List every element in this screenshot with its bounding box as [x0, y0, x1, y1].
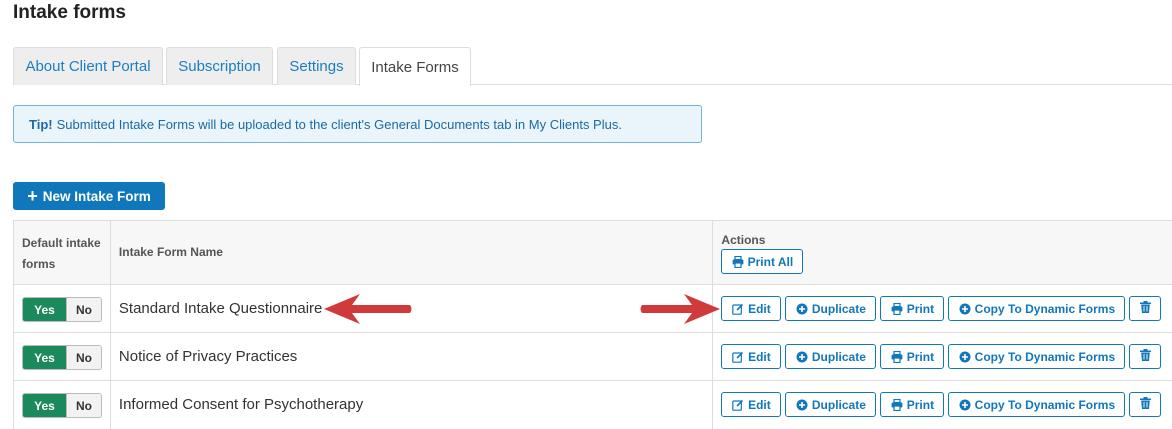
copy-to-dynamic-forms-button[interactable]: Copy To Dynamic Forms: [948, 392, 1126, 417]
toggle-no[interactable]: No: [66, 346, 101, 369]
toggle-no[interactable]: No: [66, 394, 101, 417]
toggle-yes[interactable]: Yes: [23, 394, 66, 417]
table-row: Yes No Informed Consent for Psychotherap…: [14, 381, 1172, 429]
print-button[interactable]: Print: [880, 392, 945, 417]
default-toggle[interactable]: Yes No: [22, 297, 102, 322]
copy-label: Copy To Dynamic Forms: [974, 349, 1116, 364]
header-default-intake-forms: Default intake forms: [22, 236, 101, 271]
print-all-label: Print All: [747, 254, 794, 269]
tip-text: Submitted Intake Forms will be uploaded …: [56, 116, 622, 132]
print-label: Print: [906, 349, 935, 364]
toggle-yes[interactable]: Yes: [23, 298, 66, 321]
printer-icon: [891, 302, 903, 315]
tab-intake-forms[interactable]: Intake Forms: [359, 47, 471, 86]
edit-label: Edit: [748, 301, 771, 316]
form-name: Standard Intake Questionnaire: [118, 300, 323, 317]
left-pointing-arrow-icon: [324, 294, 412, 324]
header-actions: Actions: [721, 233, 766, 247]
printer-icon: [891, 350, 903, 363]
right-pointing-arrow-icon: [640, 294, 720, 324]
plus-circle-icon: [796, 399, 808, 411]
edit-icon: [732, 351, 744, 363]
plus-circle-icon: [796, 351, 808, 363]
table-row: Yes No Notice of Privacy Practices Edit …: [14, 333, 1172, 381]
edit-icon: [732, 303, 744, 315]
tab-settings[interactable]: Settings: [277, 47, 356, 85]
new-intake-form-button[interactable]: + New Intake Form: [13, 182, 165, 210]
copy-to-dynamic-forms-button[interactable]: Copy To Dynamic Forms: [948, 296, 1126, 321]
edit-button[interactable]: Edit: [721, 296, 782, 321]
duplicate-label: Duplicate: [811, 349, 866, 364]
duplicate-button[interactable]: Duplicate: [785, 296, 877, 321]
plus-circle-icon: [959, 303, 971, 315]
copy-to-dynamic-forms-button[interactable]: Copy To Dynamic Forms: [948, 344, 1126, 369]
duplicate-label: Duplicate: [811, 301, 866, 316]
trash-icon: [1139, 397, 1151, 412]
duplicate-button[interactable]: Duplicate: [785, 392, 877, 417]
toggle-no[interactable]: No: [66, 298, 101, 321]
trash-icon: [1139, 349, 1151, 364]
duplicate-button[interactable]: Duplicate: [785, 344, 877, 369]
form-name: Informed Consent for Psychotherapy: [118, 396, 364, 413]
default-toggle[interactable]: Yes No: [22, 393, 102, 418]
intake-forms-table: Default intake forms Intake Form Name Ac…: [13, 220, 1172, 429]
printer-icon: [891, 398, 903, 411]
plus-icon: +: [27, 186, 38, 206]
print-all-button[interactable]: Print All: [721, 249, 804, 274]
edit-button[interactable]: Edit: [721, 344, 782, 369]
page-title: Intake forms: [13, 2, 126, 23]
copy-label: Copy To Dynamic Forms: [974, 301, 1116, 316]
tab-subscription[interactable]: Subscription: [166, 47, 273, 85]
plus-circle-icon: [959, 351, 971, 363]
tab-about-client-portal[interactable]: About Client Portal: [13, 47, 163, 85]
edit-button[interactable]: Edit: [721, 392, 782, 417]
delete-button[interactable]: [1129, 344, 1162, 369]
new-intake-form-label: New Intake Form: [42, 188, 151, 204]
form-name: Notice of Privacy Practices: [118, 348, 298, 365]
edit-label: Edit: [748, 349, 771, 364]
print-label: Print: [906, 397, 935, 412]
plus-circle-icon: [959, 399, 971, 411]
edit-label: Edit: [748, 397, 771, 412]
print-button[interactable]: Print: [880, 344, 945, 369]
print-button[interactable]: Print: [880, 296, 945, 321]
delete-button[interactable]: [1129, 296, 1162, 321]
tip-prefix: Tip!: [29, 116, 53, 132]
tip-alert: Tip! Submitted Intake Forms will be uplo…: [13, 105, 702, 143]
default-toggle[interactable]: Yes No: [22, 345, 102, 370]
trash-icon: [1139, 301, 1151, 316]
duplicate-label: Duplicate: [811, 397, 866, 412]
copy-label: Copy To Dynamic Forms: [974, 397, 1116, 412]
plus-circle-icon: [796, 303, 808, 315]
header-intake-form-name: Intake Form Name: [118, 245, 223, 259]
toggle-yes[interactable]: Yes: [23, 346, 66, 369]
edit-icon: [732, 399, 744, 411]
table-row: Yes No Standard Intake Questionnaire Edi…: [14, 285, 1172, 333]
delete-button[interactable]: [1129, 392, 1162, 417]
printer-icon: [732, 255, 744, 268]
print-label: Print: [906, 301, 935, 316]
tab-bar: About Client Portal Subscription Setting…: [13, 47, 1172, 86]
table-header-row: Default intake forms Intake Form Name Ac…: [14, 221, 1172, 285]
